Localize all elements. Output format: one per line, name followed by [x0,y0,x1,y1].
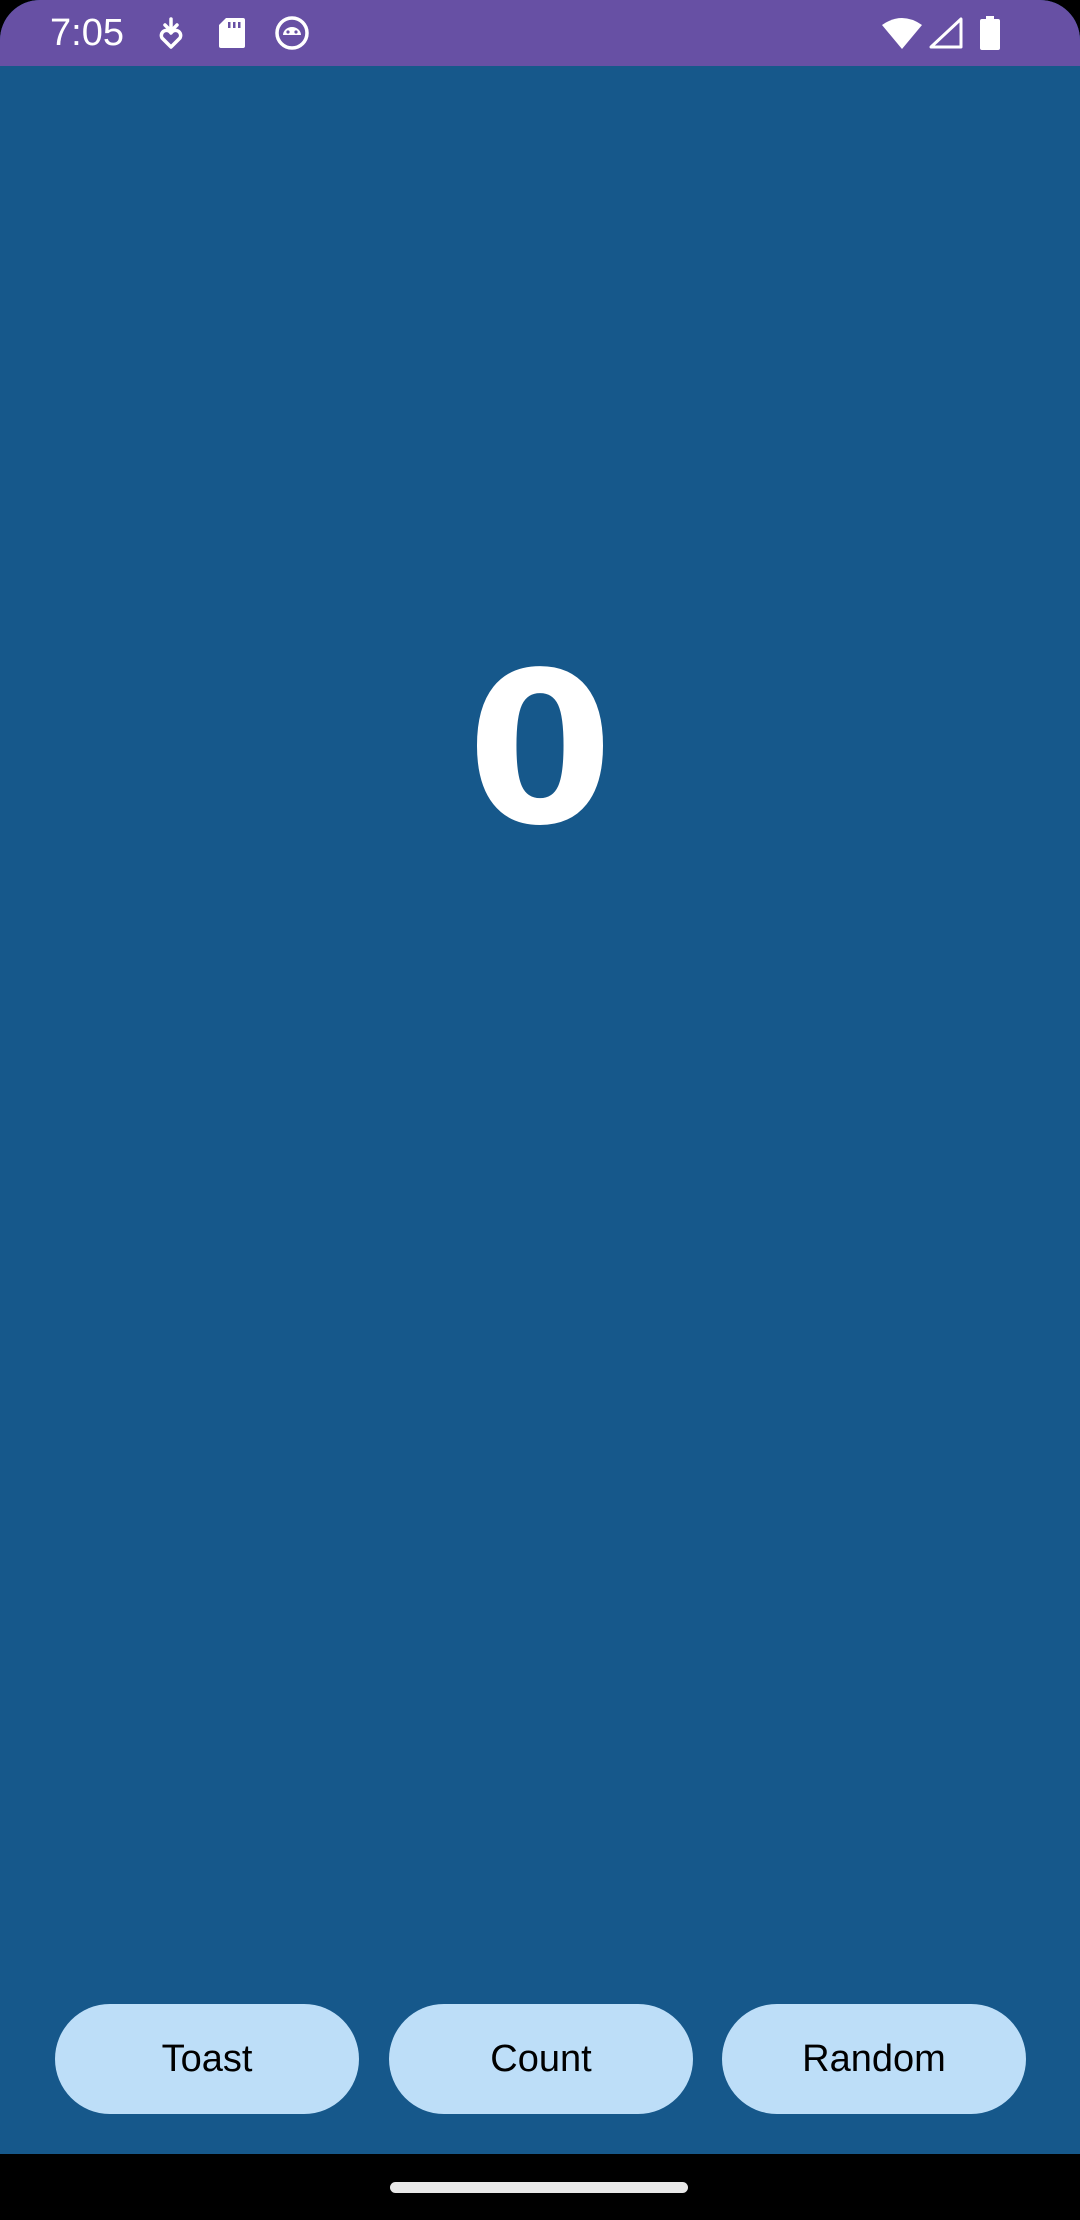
status-time: 7:05 [50,12,124,54]
home-gesture-handle[interactable] [390,2182,688,2193]
button-row: Toast Count Random [55,2004,1026,2114]
navigation-bar [0,2154,1080,2220]
battery-icon [975,15,1005,51]
random-button[interactable]: Random [722,2004,1026,2114]
count-display: 0 [466,627,614,872]
status-bar: 7:05 [0,0,1080,66]
android-face-icon [274,15,310,51]
wifi-icon [882,15,922,51]
download-heart-icon [153,15,189,51]
count-button[interactable]: Count [389,2004,693,2114]
sd-card-icon [214,15,250,51]
cell-signal-icon [928,15,964,51]
app-screen: 7:05 0 Toast Count Random [0,0,1080,2220]
toast-button[interactable]: Toast [55,2004,359,2114]
